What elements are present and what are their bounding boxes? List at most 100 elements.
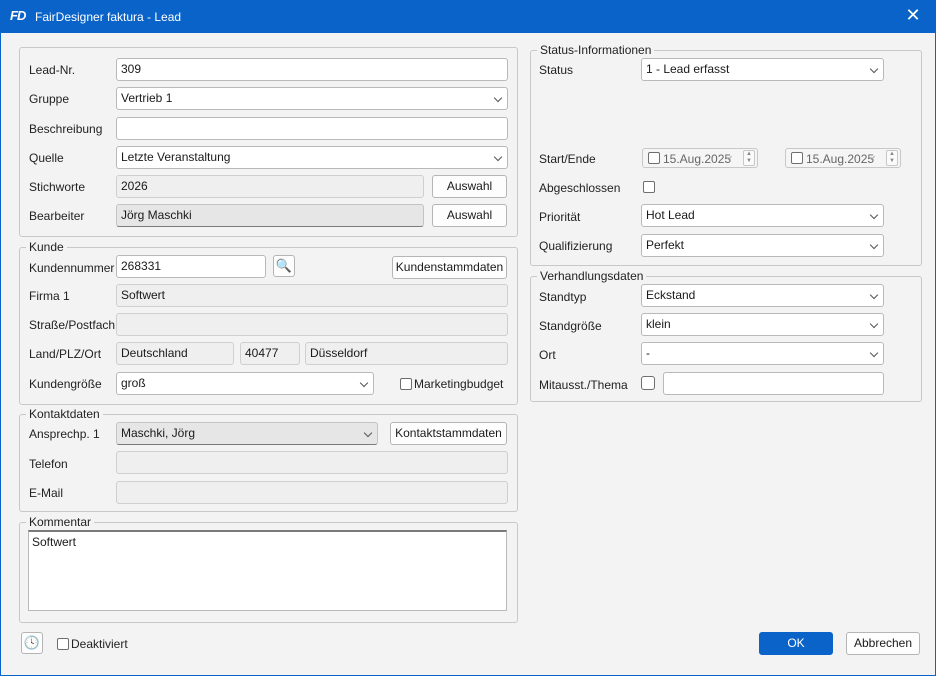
start-date-value: 15.Aug.2025	[663, 152, 732, 166]
chevron-down-icon	[869, 210, 879, 220]
gruppe-select[interactable]: Vertrieb 1	[116, 87, 508, 110]
telefon-field	[116, 451, 508, 474]
quelle-select[interactable]: Letzte Veranstaltung	[116, 146, 508, 169]
lead-nr-label: Lead-Nr.	[29, 63, 76, 77]
end-date-value: 15.Aug.2025	[806, 152, 875, 166]
binoculars-search-icon[interactable]: 🔍	[273, 255, 295, 277]
spin-up-icon: ▲	[889, 151, 895, 157]
land-field: Deutschland	[116, 342, 234, 365]
plz-field: 40477	[240, 342, 300, 365]
chevron-down-icon	[869, 290, 879, 300]
marketingbudget-checkbox[interactable]	[400, 378, 412, 390]
mitaussteller-label: Mitausst./Thema	[539, 378, 628, 392]
standgroesse-label: Standgröße	[539, 319, 602, 333]
status-value: 1 - Lead erfasst	[646, 62, 730, 76]
end-date-spinner[interactable]: ▲ ▼	[886, 150, 898, 166]
kommentar-group-title: Kommentar	[26, 515, 95, 529]
stichworte-auswahl-button[interactable]: Auswahl	[432, 175, 507, 198]
firma-field: Softwert	[116, 284, 508, 307]
beschreibung-label: Beschreibung	[29, 122, 103, 136]
strasse-label: Straße/Postfach	[29, 318, 116, 332]
qualifizierung-select[interactable]: Perfekt	[641, 234, 884, 257]
lead-nr-input[interactable]: 309	[116, 58, 508, 81]
verhandlung-ort-select[interactable]: -	[641, 342, 884, 365]
mitaussteller-checkbox[interactable]	[641, 376, 655, 390]
email-label: E-Mail	[29, 486, 64, 500]
kommentar-textarea[interactable]: Softwert	[28, 530, 507, 611]
ort-field: Düsseldorf	[305, 342, 508, 365]
bearbeiter-auswahl-button[interactable]: Auswahl	[432, 204, 507, 227]
prioritaet-label: Priorität	[539, 210, 581, 224]
kundenstammdaten-button[interactable]: Kundenstammdaten	[392, 256, 507, 279]
status-label: Status	[539, 63, 574, 77]
start-ende-label: Start/Ende	[539, 152, 596, 166]
ansprechpartner-select[interactable]: Maschki, Jörg	[116, 422, 378, 445]
standtyp-select[interactable]: Eckstand	[641, 284, 884, 307]
stichworte-field: 2026	[116, 175, 424, 198]
chevron-down-icon	[493, 93, 503, 103]
kunde-group-title: Kunde	[26, 240, 67, 254]
prioritaet-select[interactable]: Hot Lead	[641, 204, 884, 227]
app-logo: FD	[10, 8, 26, 23]
chevron-down-icon	[493, 152, 503, 162]
window-title: FairDesigner faktura - Lead	[35, 10, 182, 24]
standgroesse-value: klein	[646, 317, 671, 331]
kontakt-group-title: Kontaktdaten	[26, 407, 103, 421]
chevron-down-icon	[869, 319, 879, 329]
chevron-down-icon	[869, 64, 879, 74]
land-plz-ort-label: Land/PLZ/Ort	[29, 347, 102, 361]
chevron-down-icon	[869, 240, 879, 250]
gruppe-label: Gruppe	[29, 92, 70, 106]
deaktiviert-label: Deaktiviert	[71, 637, 128, 651]
spin-up-icon: ▲	[746, 151, 752, 157]
mitaussteller-input[interactable]	[663, 372, 884, 395]
abgeschlossen-checkbox[interactable]	[643, 181, 655, 193]
quelle-label: Quelle	[29, 151, 64, 165]
lead-dialog: FD FairDesigner faktura - Lead ✕ Lead-Nr…	[0, 0, 936, 676]
beschreibung-input[interactable]	[116, 117, 508, 140]
qualifizierung-value: Perfekt	[646, 238, 685, 252]
clock-icon[interactable]: 🕓	[21, 632, 43, 654]
standtyp-value: Eckstand	[646, 288, 696, 302]
stichworte-label: Stichworte	[29, 180, 86, 194]
kundengroesse-value: groß	[121, 376, 146, 390]
end-date-picker[interactable]: 15.Aug.2025 ▲ ▼	[785, 148, 901, 168]
spin-down-icon: ▼	[746, 158, 752, 164]
kundennummer-label: Kundennummer	[29, 261, 115, 275]
close-icon[interactable]: ✕	[901, 5, 925, 27]
prioritaet-value: Hot Lead	[646, 208, 695, 222]
bearbeiter-field: Jörg Maschki	[116, 204, 424, 227]
abbrechen-button[interactable]: Abbrechen	[846, 632, 920, 655]
spin-down-icon: ▼	[889, 158, 895, 164]
abgeschlossen-label: Abgeschlossen	[539, 181, 621, 195]
telefon-label: Telefon	[29, 457, 68, 471]
kontaktstammdaten-button[interactable]: Kontaktstammdaten	[390, 422, 507, 445]
kundengroesse-select[interactable]: groß	[116, 372, 374, 395]
chevron-down-icon	[869, 348, 879, 358]
gruppe-value: Vertrieb 1	[121, 91, 173, 105]
ansprechpartner-value: Maschki, Jörg	[121, 426, 196, 440]
qualifizierung-label: Qualifizierung	[539, 239, 613, 253]
deaktiviert-checkbox[interactable]	[57, 638, 69, 650]
bearbeiter-label: Bearbeiter	[29, 209, 85, 223]
ok-button[interactable]: OK	[759, 632, 833, 655]
verhandlung-ort-label: Ort	[539, 348, 556, 362]
title-bar: FD FairDesigner faktura - Lead ✕	[1, 1, 935, 33]
start-date-checkbox[interactable]	[648, 152, 660, 164]
standgroesse-select[interactable]: klein	[641, 313, 884, 336]
verhandlung-group-title: Verhandlungsdaten	[537, 269, 647, 283]
kundennummer-input[interactable]: 268331	[116, 255, 266, 278]
start-date-picker[interactable]: 15.Aug.2025 ▲ ▼	[642, 148, 758, 168]
status-select[interactable]: 1 - Lead erfasst	[641, 58, 884, 81]
end-date-checkbox[interactable]	[791, 152, 803, 164]
quelle-value: Letzte Veranstaltung	[121, 150, 231, 164]
chevron-down-icon	[363, 428, 373, 438]
start-date-spinner[interactable]: ▲ ▼	[743, 150, 755, 166]
kundengroesse-label: Kundengröße	[29, 377, 102, 391]
verhandlung-ort-value: -	[646, 346, 650, 360]
standtyp-label: Standtyp	[539, 290, 587, 304]
email-field	[116, 481, 508, 504]
ansprechpartner-label: Ansprechp. 1	[29, 427, 100, 441]
status-group-title: Status-Informationen	[537, 43, 655, 57]
marketingbudget-label: Marketingbudget	[414, 377, 504, 391]
